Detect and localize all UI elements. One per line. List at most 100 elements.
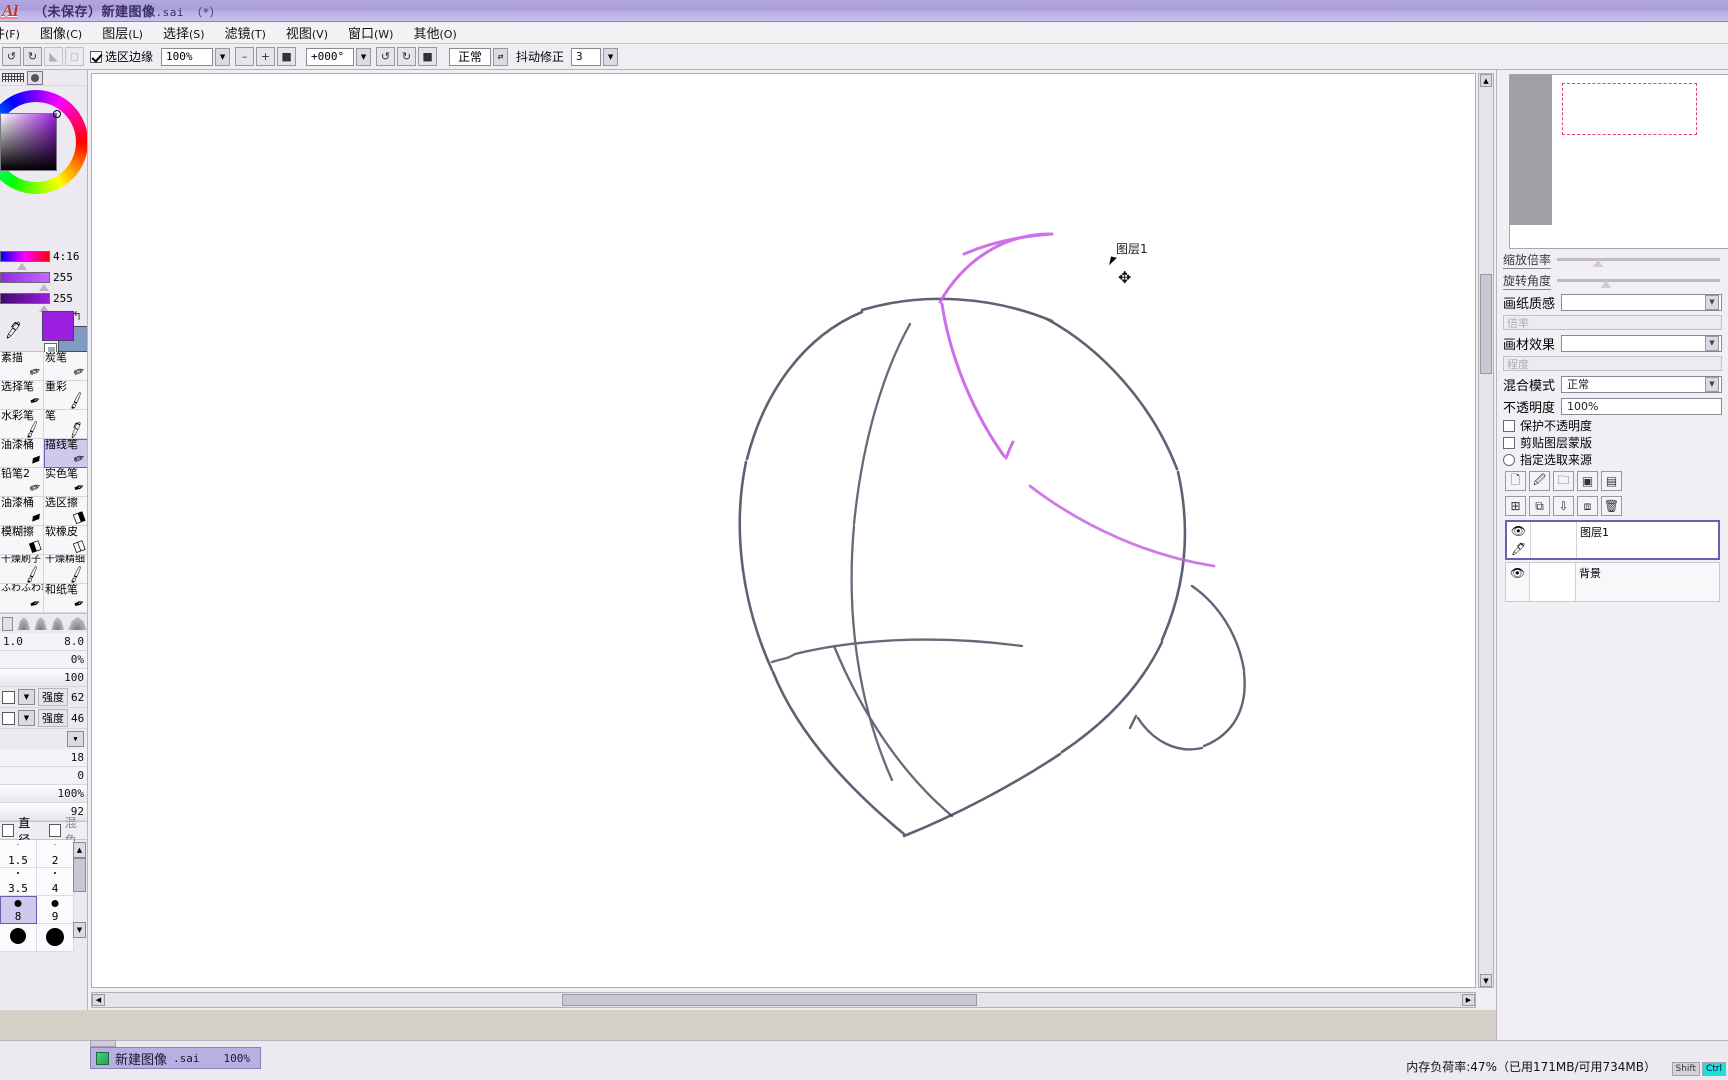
material-effect-amount-field[interactable]: 程度 bbox=[1503, 356, 1722, 371]
value-slider[interactable] bbox=[0, 293, 50, 312]
lock-alpha-row[interactable]: 保护不透明度 bbox=[1497, 417, 1728, 434]
strength-2-checkbox[interactable] bbox=[2, 711, 15, 725]
stabilizer-value-field[interactable]: 3 bbox=[571, 47, 602, 66]
extra-dropdown-icon[interactable]: ▼ bbox=[67, 731, 84, 747]
merge-layer-icon[interactable]: ⇩ bbox=[1553, 496, 1574, 516]
brush-size-7[interactable] bbox=[37, 924, 74, 952]
value-slider-row[interactable]: 255 bbox=[0, 288, 87, 312]
eye-icon[interactable]: 👁 bbox=[1507, 522, 1530, 540]
rotate-cw-button[interactable]: ↻ bbox=[397, 47, 417, 66]
add-layer-mask-icon[interactable]: ⊞ bbox=[1505, 496, 1526, 516]
material-effect-amount-row[interactable]: 程度 bbox=[1497, 354, 1728, 373]
brush-size-scrollbar[interactable]: ▲ ▼ bbox=[73, 842, 87, 938]
pen-icon[interactable]: 🖊 bbox=[1507, 540, 1530, 558]
layer-row[interactable]: 👁 🖊 图层1 bbox=[1505, 520, 1720, 560]
brush-size-6[interactable] bbox=[0, 924, 37, 952]
menu-item-3[interactable]: 选择(S) bbox=[153, 21, 215, 44]
zoom-fit-button[interactable]: ■ bbox=[277, 47, 297, 66]
navigator-rotate-row[interactable]: 旋转角度 bbox=[1497, 270, 1728, 291]
rotate-value-field[interactable]: +000° bbox=[306, 47, 355, 66]
tool-10[interactable]: 油漆桶 ▰ bbox=[0, 497, 44, 526]
paper-texture-scale-field[interactable]: 倍率 bbox=[1503, 315, 1722, 330]
navigator-zoom-row[interactable]: 缩放倍率 bbox=[1497, 249, 1728, 270]
diameter-checkbox[interactable] bbox=[2, 824, 15, 837]
tool-17[interactable]: 和纸笔 ✒ bbox=[44, 584, 87, 613]
new-folder-icon[interactable]: 🗀 bbox=[1553, 471, 1574, 491]
blob-icon[interactable] bbox=[27, 70, 43, 85]
delete-layer-icon[interactable]: 🗑 bbox=[1601, 496, 1622, 516]
canvas-vertical-scrollbar[interactable]: ▲ ▼ bbox=[1478, 73, 1494, 988]
strength-1-checkbox[interactable] bbox=[2, 690, 15, 704]
navigator-thumbnail[interactable] bbox=[1509, 74, 1728, 249]
undo-button[interactable]: ↺ bbox=[2, 47, 21, 66]
scroll-left-icon[interactable]: ◀ bbox=[92, 994, 105, 1006]
color-wheel[interactable] bbox=[0, 86, 87, 246]
menu-item-7[interactable]: 其他(O) bbox=[403, 21, 466, 44]
clipping-row[interactable]: 剪贴图层蒙版 bbox=[1497, 434, 1728, 451]
blend-mode-dropdown-icon[interactable]: ⇄ bbox=[493, 47, 509, 66]
size-scroll-up-icon[interactable]: ▲ bbox=[73, 842, 86, 858]
tool-9[interactable]: 实色笔 ✒ bbox=[44, 468, 87, 497]
zoom-dropdown-icon[interactable]: ▼ bbox=[215, 47, 231, 66]
value-0-row[interactable]: 0 bbox=[0, 767, 87, 785]
strength-row-1[interactable]: ▼ 强度 62 bbox=[0, 687, 87, 708]
tool-15[interactable]: 干燥精细 🖌 bbox=[44, 555, 87, 584]
select-source-radio[interactable] bbox=[1503, 453, 1515, 466]
navigator-rotate-track[interactable] bbox=[1557, 279, 1720, 288]
duplicate-layer-icon[interactable]: ⧈ bbox=[1577, 496, 1598, 516]
canvas-frame[interactable]: 图层1 ✥ bbox=[91, 73, 1476, 988]
layer-extra-2-icon[interactable]: ▤ bbox=[1601, 471, 1622, 491]
tool-3[interactable]: 重彩 🖌 bbox=[44, 381, 87, 410]
nav-forward-button[interactable]: ◻ bbox=[65, 47, 84, 66]
vertical-scroll-thumb[interactable] bbox=[1480, 274, 1492, 374]
brush-profile-2-icon[interactable] bbox=[34, 617, 48, 630]
size-scroll-thumb[interactable] bbox=[73, 858, 86, 892]
hue-slider[interactable] bbox=[0, 251, 50, 270]
brush-size-0[interactable]: 1.5 bbox=[0, 840, 37, 868]
blend-mode-select[interactable]: 正常 bbox=[449, 47, 492, 66]
rotate-reset-button[interactable]: ■ bbox=[418, 47, 438, 66]
swap-colors-icon[interactable]: ↰ bbox=[72, 309, 82, 323]
primary-color-swatch[interactable] bbox=[42, 311, 74, 341]
strength-2-dropdown-icon[interactable]: ▼ bbox=[18, 710, 35, 726]
tool-12[interactable]: 模糊擦 ◧ bbox=[0, 526, 44, 555]
tool-8[interactable]: 铅笔2 ✏ bbox=[0, 468, 44, 497]
tool-14[interactable]: 干燥刷子 🖌 bbox=[0, 555, 44, 584]
layer-thumbnail[interactable] bbox=[1531, 522, 1577, 558]
brush-profile-1-icon[interactable] bbox=[17, 617, 31, 630]
menu-item-1[interactable]: 图像(C) bbox=[30, 21, 92, 44]
brush-size-5[interactable]: 9 bbox=[37, 896, 74, 924]
rotate-ccw-button[interactable]: ↺ bbox=[376, 47, 396, 66]
brush-shape-button[interactable] bbox=[2, 616, 14, 631]
pen-icon[interactable] bbox=[1506, 582, 1529, 601]
scroll-right-icon[interactable]: ▶ bbox=[1462, 994, 1475, 1006]
brush-size-4[interactable]: 8 bbox=[0, 896, 37, 924]
horizontal-scroll-thumb[interactable] bbox=[562, 994, 977, 1006]
clipping-icon[interactable]: ⧉ bbox=[1529, 496, 1550, 516]
layer-blend-mode-select[interactable]: 正常 ▼ bbox=[1561, 375, 1722, 393]
zoom-value-field[interactable]: 100% bbox=[161, 47, 214, 66]
clipping-checkbox[interactable] bbox=[1503, 436, 1515, 449]
tool-0[interactable]: 素描 ✏ bbox=[0, 352, 44, 381]
saturation-slider-row[interactable]: 255 bbox=[0, 267, 87, 291]
eyedropper-icon[interactable]: 🖊 bbox=[3, 320, 24, 340]
new-linework-layer-icon[interactable]: 🖉 bbox=[1529, 471, 1550, 491]
opacity-row[interactable]: 不透明度 100% bbox=[1497, 395, 1728, 417]
strength-row-2[interactable]: ▼ 强度 46 bbox=[0, 708, 87, 729]
value-100-row[interactable]: 100% bbox=[0, 785, 87, 803]
menu-item-2[interactable]: 图层(L) bbox=[92, 21, 153, 44]
layer-thumbnail[interactable] bbox=[1530, 563, 1576, 601]
tool-5[interactable]: 笔 🖊 bbox=[44, 410, 87, 439]
chevron-down-icon[interactable]: ▼ bbox=[1705, 294, 1719, 310]
menu-item-4[interactable]: 滤镜(T) bbox=[215, 21, 276, 44]
paper-texture-row[interactable]: 画纸质感 ▼ bbox=[1497, 291, 1728, 313]
brush-size-3[interactable]: 4 bbox=[37, 868, 74, 896]
canvas-horizontal-scrollbar[interactable]: ◀ ▶ bbox=[91, 992, 1476, 1008]
saturation-slider[interactable] bbox=[0, 272, 50, 291]
document-tab[interactable]: 新建图像 .sai 100% bbox=[90, 1047, 262, 1069]
navigator-zoom-track[interactable] bbox=[1557, 258, 1720, 267]
blend-mode-row[interactable]: 混合模式 正常 ▼ bbox=[1497, 373, 1728, 395]
tool-1[interactable]: 炭笔 ✏ bbox=[44, 352, 87, 381]
tool-4[interactable]: 水彩笔 🖌 bbox=[0, 410, 44, 439]
scroll-down-icon[interactable]: ▼ bbox=[1480, 974, 1492, 987]
